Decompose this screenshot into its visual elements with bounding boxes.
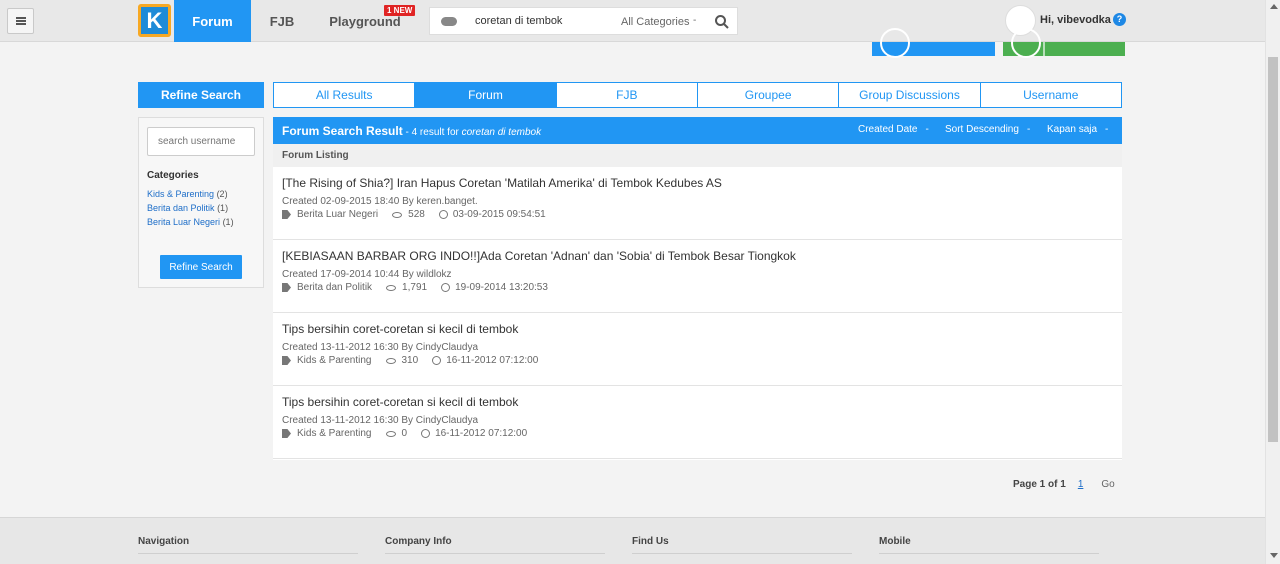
thread-category-link[interactable]: Berita Luar Negeri bbox=[297, 209, 378, 220]
category-item-kids-parenting[interactable]: Kids & Parenting (2) bbox=[147, 189, 228, 199]
eye-icon bbox=[392, 211, 403, 218]
thread-updated: 16-11-2012 07:12:00 bbox=[446, 355, 539, 366]
search-username-input[interactable] bbox=[147, 127, 255, 156]
result-header: Forum Search Result - 4 result for coret… bbox=[273, 117, 1122, 144]
footer-divider bbox=[632, 553, 852, 554]
scroll-up-icon[interactable] bbox=[1270, 4, 1278, 9]
tag-icon bbox=[282, 356, 291, 365]
help-icon[interactable]: ? bbox=[1113, 13, 1126, 26]
create-post-button[interactable] bbox=[1003, 28, 1125, 58]
sort-field-dropdown[interactable]: Created Date - bbox=[858, 124, 929, 135]
thread-meta: Kids & Parenting 0 16-11-2012 07:12:00 bbox=[282, 428, 527, 439]
clock-icon bbox=[432, 356, 442, 365]
result-title: Forum Search Result - 4 result for coret… bbox=[282, 124, 542, 138]
footer-divider bbox=[138, 553, 358, 554]
tab-group-discussions[interactable]: Group Discussions bbox=[839, 83, 981, 107]
eye-icon bbox=[385, 357, 396, 364]
clock-icon bbox=[438, 210, 448, 219]
user-greeting[interactable]: Hi, vibevodka bbox=[1040, 14, 1111, 26]
thread-views: 528 bbox=[408, 209, 425, 220]
thread-created-info: Created 17-09-2014 10:44 By wildlokz bbox=[282, 269, 452, 280]
category-item-berita-politik[interactable]: Berita dan Politik (1) bbox=[147, 203, 228, 213]
sort-order-dropdown[interactable]: Sort Descending - bbox=[945, 124, 1030, 135]
cloud-icon bbox=[441, 17, 457, 26]
footer-divider bbox=[385, 553, 605, 554]
top-navigation-bar: K Forum FJB Playground 1 NEW coretan di … bbox=[0, 0, 1265, 42]
result-list: [The Rising of Shia?] Iran Hapus Coretan… bbox=[273, 167, 1122, 460]
thread-title-link[interactable]: Tips bersihin coret-coretan si kecil di … bbox=[282, 395, 518, 409]
result-item: Tips bersihin coret-coretan si kecil di … bbox=[273, 386, 1122, 459]
result-type-tabs: All Results Forum FJB Groupee Group Disc… bbox=[273, 82, 1122, 108]
tag-icon bbox=[282, 283, 291, 292]
thread-category-link[interactable]: Kids & Parenting bbox=[297, 355, 372, 366]
scrollbar-thumb[interactable] bbox=[1268, 57, 1278, 442]
vertical-scrollbar[interactable] bbox=[1265, 0, 1280, 564]
thread-title-link[interactable]: Tips bersihin coret-coretan si kecil di … bbox=[282, 322, 518, 336]
thread-views: 310 bbox=[401, 355, 419, 366]
tag-icon bbox=[282, 429, 291, 438]
clock-icon bbox=[421, 429, 431, 438]
result-item: [KEBIASAAN BARBAR ORG INDO!!]Ada Coretan… bbox=[273, 240, 1122, 313]
thread-created-info: Created 13-11-2012 16:30 By CindyClaudya bbox=[282, 415, 479, 426]
thread-views: 0 bbox=[401, 428, 408, 439]
page-indicator: Page 1 of 1 bbox=[1013, 479, 1066, 490]
scroll-down-icon[interactable] bbox=[1270, 553, 1278, 558]
search-category-select[interactable]: All Categories bbox=[621, 16, 689, 28]
thread-meta: Kids & Parenting 310 16-11-2012 07:12:00 bbox=[282, 355, 538, 366]
thread-category-link[interactable]: Berita dan Politik bbox=[297, 282, 372, 293]
result-item: Tips bersihin coret-coretan si kecil di … bbox=[273, 313, 1122, 386]
forum-listing-label: Forum Listing bbox=[273, 144, 1122, 167]
nav-tab-fjb[interactable]: FJB bbox=[252, 0, 312, 42]
footer-divider bbox=[879, 553, 1099, 554]
search-bar: coretan di tembok All Categories - bbox=[429, 7, 738, 35]
refine-search-header: Refine Search bbox=[138, 82, 264, 108]
tab-fjb[interactable]: FJB bbox=[557, 83, 698, 107]
tab-groupee[interactable]: Groupee bbox=[698, 83, 840, 107]
eye-icon bbox=[385, 430, 396, 437]
thread-updated: 16-11-2012 07:12:00 bbox=[435, 428, 528, 439]
categories-title: Categories bbox=[147, 170, 199, 181]
time-range-dropdown[interactable]: Kapan saja - bbox=[1047, 124, 1108, 135]
hamburger-menu-icon[interactable] bbox=[7, 8, 34, 34]
result-item: [The Rising of Shia?] Iran Hapus Coretan… bbox=[273, 167, 1122, 240]
thread-updated: 19-09-2014 13:20:53 bbox=[455, 282, 548, 293]
search-icon[interactable] bbox=[714, 14, 730, 30]
new-badge: 1 NEW bbox=[384, 5, 416, 16]
category-item-berita-luar-negeri[interactable]: Berita Luar Negeri (1) bbox=[147, 217, 234, 227]
create-thread-button[interactable] bbox=[872, 28, 995, 58]
thread-meta: Berita Luar Negeri 528 03-09-2015 09:54:… bbox=[282, 209, 546, 220]
kaskus-logo[interactable]: K bbox=[138, 4, 171, 37]
clock-icon bbox=[441, 283, 451, 292]
page-link-1[interactable]: 1 bbox=[1078, 479, 1084, 490]
search-input[interactable]: coretan di tembok bbox=[475, 15, 562, 27]
tab-all-results[interactable]: All Results bbox=[274, 83, 416, 107]
eye-icon bbox=[386, 284, 397, 291]
footer-company-heading: Company Info bbox=[385, 536, 452, 547]
footer-navigation-heading: Navigation bbox=[138, 536, 190, 547]
pagination: Page 1 of 1 1 Go bbox=[1013, 479, 1115, 490]
footer: Navigation Company Info Find Us Mobile bbox=[0, 517, 1265, 564]
thread-title-link[interactable]: [The Rising of Shia?] Iran Hapus Coretan… bbox=[282, 176, 722, 190]
thread-updated: 03-09-2015 09:54:51 bbox=[452, 209, 546, 220]
thread-views: 1,791 bbox=[402, 282, 428, 293]
nav-tab-forum[interactable]: Forum bbox=[174, 0, 251, 42]
tag-icon bbox=[282, 210, 291, 219]
thread-created-info: Created 13-11-2012 16:30 By CindyClaudya bbox=[282, 342, 479, 353]
tab-username[interactable]: Username bbox=[981, 83, 1121, 107]
chevron-down-icon[interactable]: - bbox=[693, 15, 696, 26]
thread-category-link[interactable]: Kids & Parenting bbox=[297, 428, 372, 439]
refine-search-button[interactable]: Refine Search bbox=[160, 255, 242, 279]
go-button[interactable]: Go bbox=[1101, 479, 1114, 490]
thread-created-info: Created 02-09-2015 18:40 By keren.banget… bbox=[282, 196, 478, 207]
tab-forum[interactable]: Forum bbox=[415, 83, 557, 107]
thread-title-link[interactable]: [KEBIASAAN BARBAR ORG INDO!!]Ada Coretan… bbox=[282, 249, 796, 263]
footer-mobile-heading: Mobile bbox=[879, 536, 911, 547]
footer-find-us-heading: Find Us bbox=[632, 536, 669, 547]
thread-meta: Berita dan Politik 1,791 19-09-2014 13:2… bbox=[282, 282, 548, 293]
refine-search-panel: Categories Kids & Parenting (2) Berita d… bbox=[138, 117, 264, 288]
